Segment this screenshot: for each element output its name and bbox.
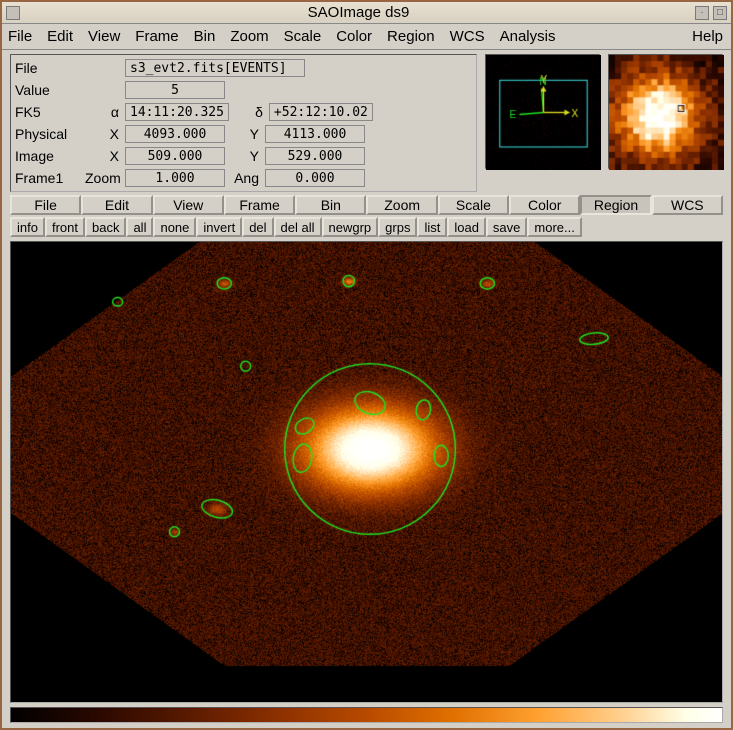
catbtn-frame[interactable]: Frame	[224, 195, 295, 215]
value-delta: +52:12:10.02	[269, 103, 373, 121]
magnifier-thumbnail[interactable]	[608, 54, 723, 169]
colorbar[interactable]	[10, 707, 723, 723]
rgnbtn-del[interactable]: del	[242, 217, 273, 237]
region-toolbar: infofrontbackallnoneinvertdeldel allnewg…	[2, 216, 731, 241]
value-file: s3_evt2.fits[EVENTS]	[125, 59, 305, 77]
value-img-y: 529.000	[265, 147, 365, 165]
rgnbtn-newgrp[interactable]: newgrp	[322, 217, 379, 237]
rgnbtn-list[interactable]: list	[417, 217, 447, 237]
rgnbtn-load[interactable]: load	[447, 217, 486, 237]
menu-edit[interactable]: Edit	[47, 28, 73, 45]
catbtn-file[interactable]: File	[10, 195, 81, 215]
catbtn-zoom[interactable]: Zoom	[366, 195, 437, 215]
rgnbtn-back[interactable]: back	[85, 217, 126, 237]
value-phys-x: 4093.000	[125, 125, 225, 143]
label-alpha: α	[85, 104, 125, 120]
maximize-icon[interactable]: □	[713, 6, 727, 20]
value-img-x: 509.000	[125, 147, 225, 165]
label-wcs: FK5	[13, 104, 85, 120]
label-value: Value	[13, 82, 85, 98]
image-display[interactable]	[10, 241, 723, 703]
menu-view[interactable]: View	[88, 28, 120, 45]
value-alpha: 14:11:20.325	[125, 103, 229, 121]
menu-wcs[interactable]: WCS	[450, 28, 485, 45]
menu-scale[interactable]: Scale	[284, 28, 322, 45]
catbtn-color[interactable]: Color	[509, 195, 580, 215]
menu-help[interactable]: Help	[692, 28, 723, 45]
info-panel: File s3_evt2.fits[EVENTS] Value 5 FK5 α …	[10, 54, 477, 192]
catbtn-region[interactable]: Region	[580, 195, 651, 215]
catbtn-wcs[interactable]: WCS	[652, 195, 723, 215]
titlebar: SAOImage ds9 · □	[2, 2, 731, 24]
catbtn-view[interactable]: View	[153, 195, 224, 215]
rgnbtn-del-all[interactable]: del all	[274, 217, 322, 237]
rgnbtn-front[interactable]: front	[45, 217, 85, 237]
catbtn-scale[interactable]: Scale	[438, 195, 509, 215]
label-img-y: Y	[225, 148, 265, 164]
window-title: SAOImage ds9	[26, 4, 691, 21]
menubar: File Edit View Frame Bin Zoom Scale Colo…	[2, 24, 731, 50]
rgnbtn-save[interactable]: save	[486, 217, 527, 237]
menu-frame[interactable]: Frame	[135, 28, 178, 45]
menu-analysis[interactable]: Analysis	[500, 28, 556, 45]
panner-thumbnail[interactable]	[485, 54, 600, 169]
rgnbtn-none[interactable]: none	[153, 217, 196, 237]
menu-bin[interactable]: Bin	[194, 28, 216, 45]
catbtn-edit[interactable]: Edit	[81, 195, 152, 215]
value-value: 5	[125, 81, 225, 99]
menu-color[interactable]: Color	[336, 28, 372, 45]
minimize-icon[interactable]: ·	[695, 6, 709, 20]
label-img-x: X	[85, 148, 125, 164]
label-delta: δ	[229, 104, 269, 120]
system-menu-icon[interactable]	[6, 6, 20, 20]
label-file: File	[13, 60, 85, 76]
value-zoom: 1.000	[125, 169, 225, 187]
menu-zoom[interactable]: Zoom	[230, 28, 268, 45]
label-phys-y: Y	[225, 126, 265, 142]
rgnbtn-invert[interactable]: invert	[196, 217, 242, 237]
label-zoom: Zoom	[85, 170, 125, 186]
rgnbtn-grps[interactable]: grps	[378, 217, 417, 237]
label-image: Image	[13, 148, 85, 164]
info-row: File s3_evt2.fits[EVENTS] Value 5 FK5 α …	[2, 50, 731, 194]
rgnbtn-info[interactable]: info	[10, 217, 45, 237]
label-phys-x: X	[85, 126, 125, 142]
rgnbtn-all[interactable]: all	[126, 217, 153, 237]
catbtn-bin[interactable]: Bin	[295, 195, 366, 215]
label-frame: Frame1	[13, 170, 85, 186]
label-ang: Ang	[225, 170, 265, 186]
value-ang: 0.000	[265, 169, 365, 187]
value-phys-y: 4113.000	[265, 125, 365, 143]
menu-file[interactable]: File	[8, 28, 32, 45]
category-toolbar: FileEditViewFrameBinZoomScaleColorRegion…	[2, 194, 731, 216]
rgnbtn-more-[interactable]: more...	[527, 217, 581, 237]
label-physical: Physical	[13, 126, 85, 142]
menu-region[interactable]: Region	[387, 28, 435, 45]
